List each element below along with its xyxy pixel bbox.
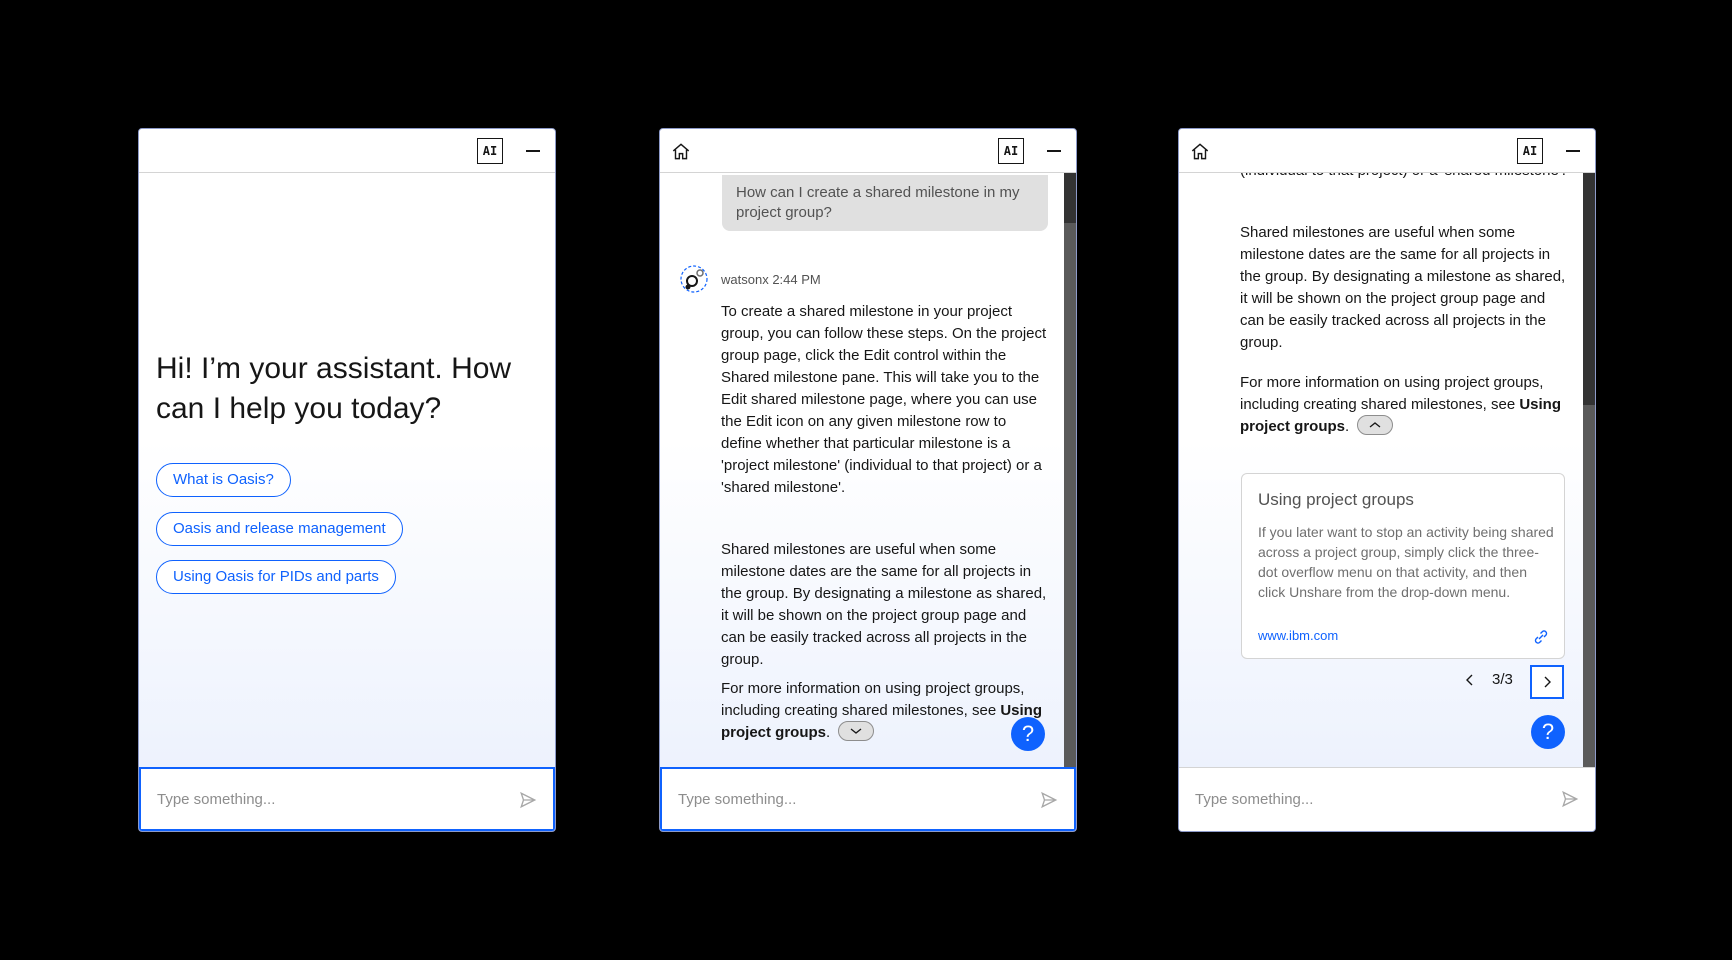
chat-panel-conversation: AI How can I create a shared milestone i… bbox=[659, 128, 1077, 832]
message-input-bar bbox=[1179, 767, 1595, 831]
scrollbar-thumb[interactable] bbox=[1583, 173, 1595, 405]
response-paragraph: (individual to that project) or a 'share… bbox=[1240, 173, 1570, 182]
next-source-button[interactable] bbox=[1530, 665, 1564, 699]
message-input-bar bbox=[660, 767, 1076, 831]
help-button[interactable]: ? bbox=[1011, 717, 1045, 751]
panel-header: AI bbox=[1179, 129, 1595, 173]
response-paragraph: For more information on using project gr… bbox=[1240, 374, 1561, 436]
home-icon[interactable] bbox=[1189, 141, 1211, 163]
chevron-down-icon bbox=[850, 728, 862, 734]
source-card[interactable]: Using project groups If you later want t… bbox=[1241, 473, 1565, 659]
conversation-scroll-area[interactable]: (individual to that project) or a 'share… bbox=[1179, 173, 1595, 767]
chat-panel-sources: AI (individual to that project) or a 'sh… bbox=[1178, 128, 1596, 832]
minimize-button[interactable] bbox=[1044, 142, 1064, 160]
message-time: 2:44 PM bbox=[772, 272, 821, 287]
message-input[interactable] bbox=[157, 769, 497, 829]
source-title: Using project groups bbox=[1258, 490, 1414, 509]
message-meta: watsonx 2:44 PM bbox=[721, 272, 821, 287]
response-paragraph: Shared milestones are useful when some m… bbox=[721, 541, 1047, 668]
user-message-bubble: How can I create a shared milestone in m… bbox=[722, 175, 1048, 231]
suggestion-chip-pids-parts[interactable]: Using Oasis for PIDs and parts bbox=[156, 560, 396, 594]
collapse-sources-toggle[interactable] bbox=[1357, 415, 1394, 436]
panel-header: AI bbox=[139, 129, 555, 173]
message-input[interactable] bbox=[1195, 768, 1535, 831]
chevron-right-icon bbox=[1544, 676, 1551, 688]
chat-panel-welcome: AI Hi! I’m your assistant. How can I hel… bbox=[138, 128, 556, 832]
home-icon[interactable] bbox=[670, 141, 692, 163]
suggestion-chip-what-is-oasis[interactable]: What is Oasis? bbox=[156, 463, 291, 497]
send-icon[interactable] bbox=[1040, 791, 1058, 809]
response-paragraph: To create a shared milestone in your pro… bbox=[721, 303, 1047, 496]
link-icon[interactable] bbox=[1532, 629, 1550, 645]
response-paragraph: For more information on using project gr… bbox=[721, 680, 1042, 742]
ai-badge: AI bbox=[1517, 138, 1543, 164]
chevron-up-icon bbox=[1369, 422, 1381, 428]
send-icon[interactable] bbox=[519, 791, 537, 809]
source-url-link[interactable]: www.ibm.com bbox=[1258, 628, 1338, 643]
welcome-heading: Hi! I’m your assistant. How can I help y… bbox=[156, 352, 512, 425]
scrollbar[interactable] bbox=[1583, 173, 1595, 767]
scrollbar[interactable] bbox=[1064, 173, 1076, 767]
conversation-scroll-area[interactable]: How can I create a shared milestone in m… bbox=[660, 173, 1076, 767]
panel-header: AI bbox=[660, 129, 1076, 173]
message-input[interactable] bbox=[678, 769, 1018, 829]
ai-badge: AI bbox=[998, 138, 1024, 164]
response-paragraph: Shared milestones are useful when some m… bbox=[1240, 224, 1566, 351]
source-pager-count: 3/3 bbox=[1492, 671, 1513, 688]
help-button[interactable]: ? bbox=[1531, 715, 1565, 749]
minimize-button[interactable] bbox=[1563, 142, 1583, 160]
previous-source-button[interactable] bbox=[1459, 669, 1481, 691]
watsonx-avatar-icon bbox=[680, 265, 708, 293]
see-more-text: For more information on using project gr… bbox=[1240, 374, 1544, 413]
suggestion-chip-release-management[interactable]: Oasis and release management bbox=[156, 512, 403, 546]
ai-badge: AI bbox=[477, 138, 503, 164]
see-more-text: For more information on using project gr… bbox=[721, 680, 1025, 719]
send-icon[interactable] bbox=[1561, 790, 1579, 808]
expand-sources-toggle[interactable] bbox=[838, 721, 875, 742]
message-input-bar bbox=[139, 767, 555, 831]
sender-name: watsonx bbox=[721, 272, 769, 287]
minimize-button[interactable] bbox=[523, 142, 543, 160]
scrollbar-thumb[interactable] bbox=[1064, 173, 1076, 223]
source-excerpt: If you later want to stop an activity be… bbox=[1258, 524, 1554, 600]
